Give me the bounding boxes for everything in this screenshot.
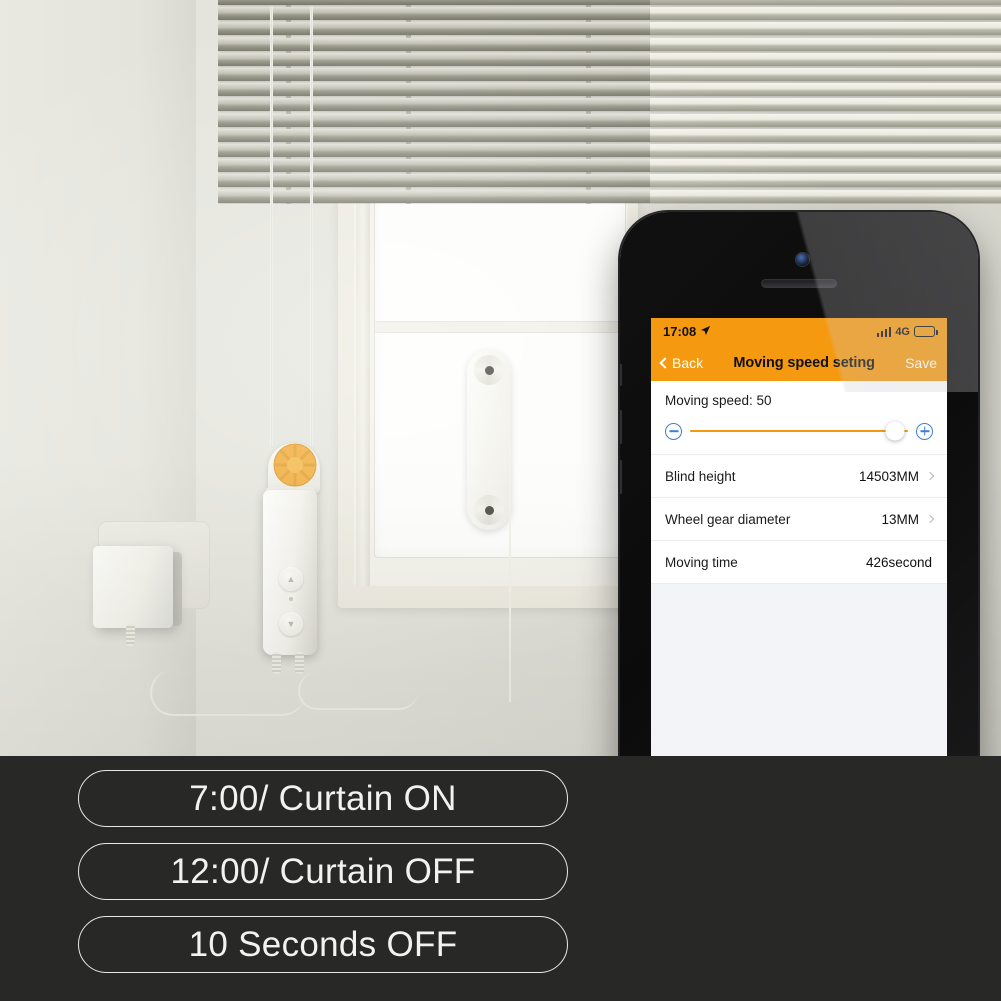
settings-row-value: 14503MM [858, 468, 919, 484]
schedule-banner: 7:00/ Curtain ON 12:00/ Curtain OFF 10 Sec… [0, 756, 1001, 1001]
settings-row-value: 13MM [881, 511, 919, 527]
status-bar-left: 17:08 [663, 324, 711, 339]
back-button-label: Back [672, 355, 704, 371]
chevron-right-icon [925, 471, 935, 481]
settings-row-value: 426second [865, 554, 932, 570]
slider-track [690, 429, 908, 433]
schedule-pill[interactable]: 10 Seconds OFF [78, 916, 568, 973]
location-arrow-icon [700, 324, 711, 339]
back-button[interactable]: Back [659, 355, 704, 371]
settings-row: Moving time 426second [651, 540, 947, 583]
settings-row[interactable]: Blind height 14503MM [651, 454, 947, 497]
settings-row-label: Blind height [665, 468, 736, 484]
status-bar-right: 4G [876, 325, 938, 338]
moving-speed-section: Moving speed: 50 [651, 381, 947, 454]
clock-label: 17:08 [663, 324, 697, 339]
network-type-label: 4G [895, 325, 910, 338]
moving-speed-label: Moving speed: 50 [665, 393, 772, 408]
settings-row-label: Moving time [665, 554, 738, 570]
minus-circle-icon[interactable] [665, 422, 682, 440]
plus-circle-icon[interactable] [916, 422, 933, 440]
navigation-bar: Back Moving speed seting Save [651, 345, 947, 381]
volume-down-button[interactable] [620, 460, 622, 494]
speed-slider-row [665, 408, 933, 454]
schedule-pill-list: 7:00/ Curtain ON 12:00/ Curtain OFF 10 Sec… [78, 770, 568, 973]
status-bar: 17:08 4G [651, 318, 947, 345]
volume-up-button[interactable] [620, 410, 622, 444]
schedule-pill[interactable]: 12:00/ Curtain OFF [78, 843, 568, 900]
chevron-right-icon [925, 514, 935, 524]
chevron-left-icon [659, 357, 671, 369]
signal-strength-icon [876, 326, 892, 337]
settings-row-label: Wheel gear diameter [665, 511, 791, 527]
schedule-pill-label: 12:00/ Curtain OFF [170, 851, 476, 891]
front-camera-icon [796, 253, 809, 266]
schedule-pill-label: 10 Seconds OFF [188, 924, 458, 964]
slider-thumb[interactable] [885, 421, 905, 441]
speed-slider[interactable] [690, 421, 908, 441]
page-title: Moving speed seting [733, 355, 875, 371]
earpiece-speaker [761, 279, 837, 288]
list-bottom-divider [651, 583, 947, 584]
settings-list: Blind height 14503MM Wheel gear diameter 13… [651, 454, 947, 583]
battery-icon [914, 326, 938, 337]
settings-row[interactable]: Wheel gear diameter 13MM [651, 497, 947, 540]
schedule-pill-label: 7:00/ Curtain ON [189, 778, 457, 818]
schedule-pill[interactable]: 7:00/ Curtain ON [78, 770, 568, 827]
save-button[interactable]: Save [905, 355, 937, 371]
mute-switch[interactable] [620, 364, 622, 386]
